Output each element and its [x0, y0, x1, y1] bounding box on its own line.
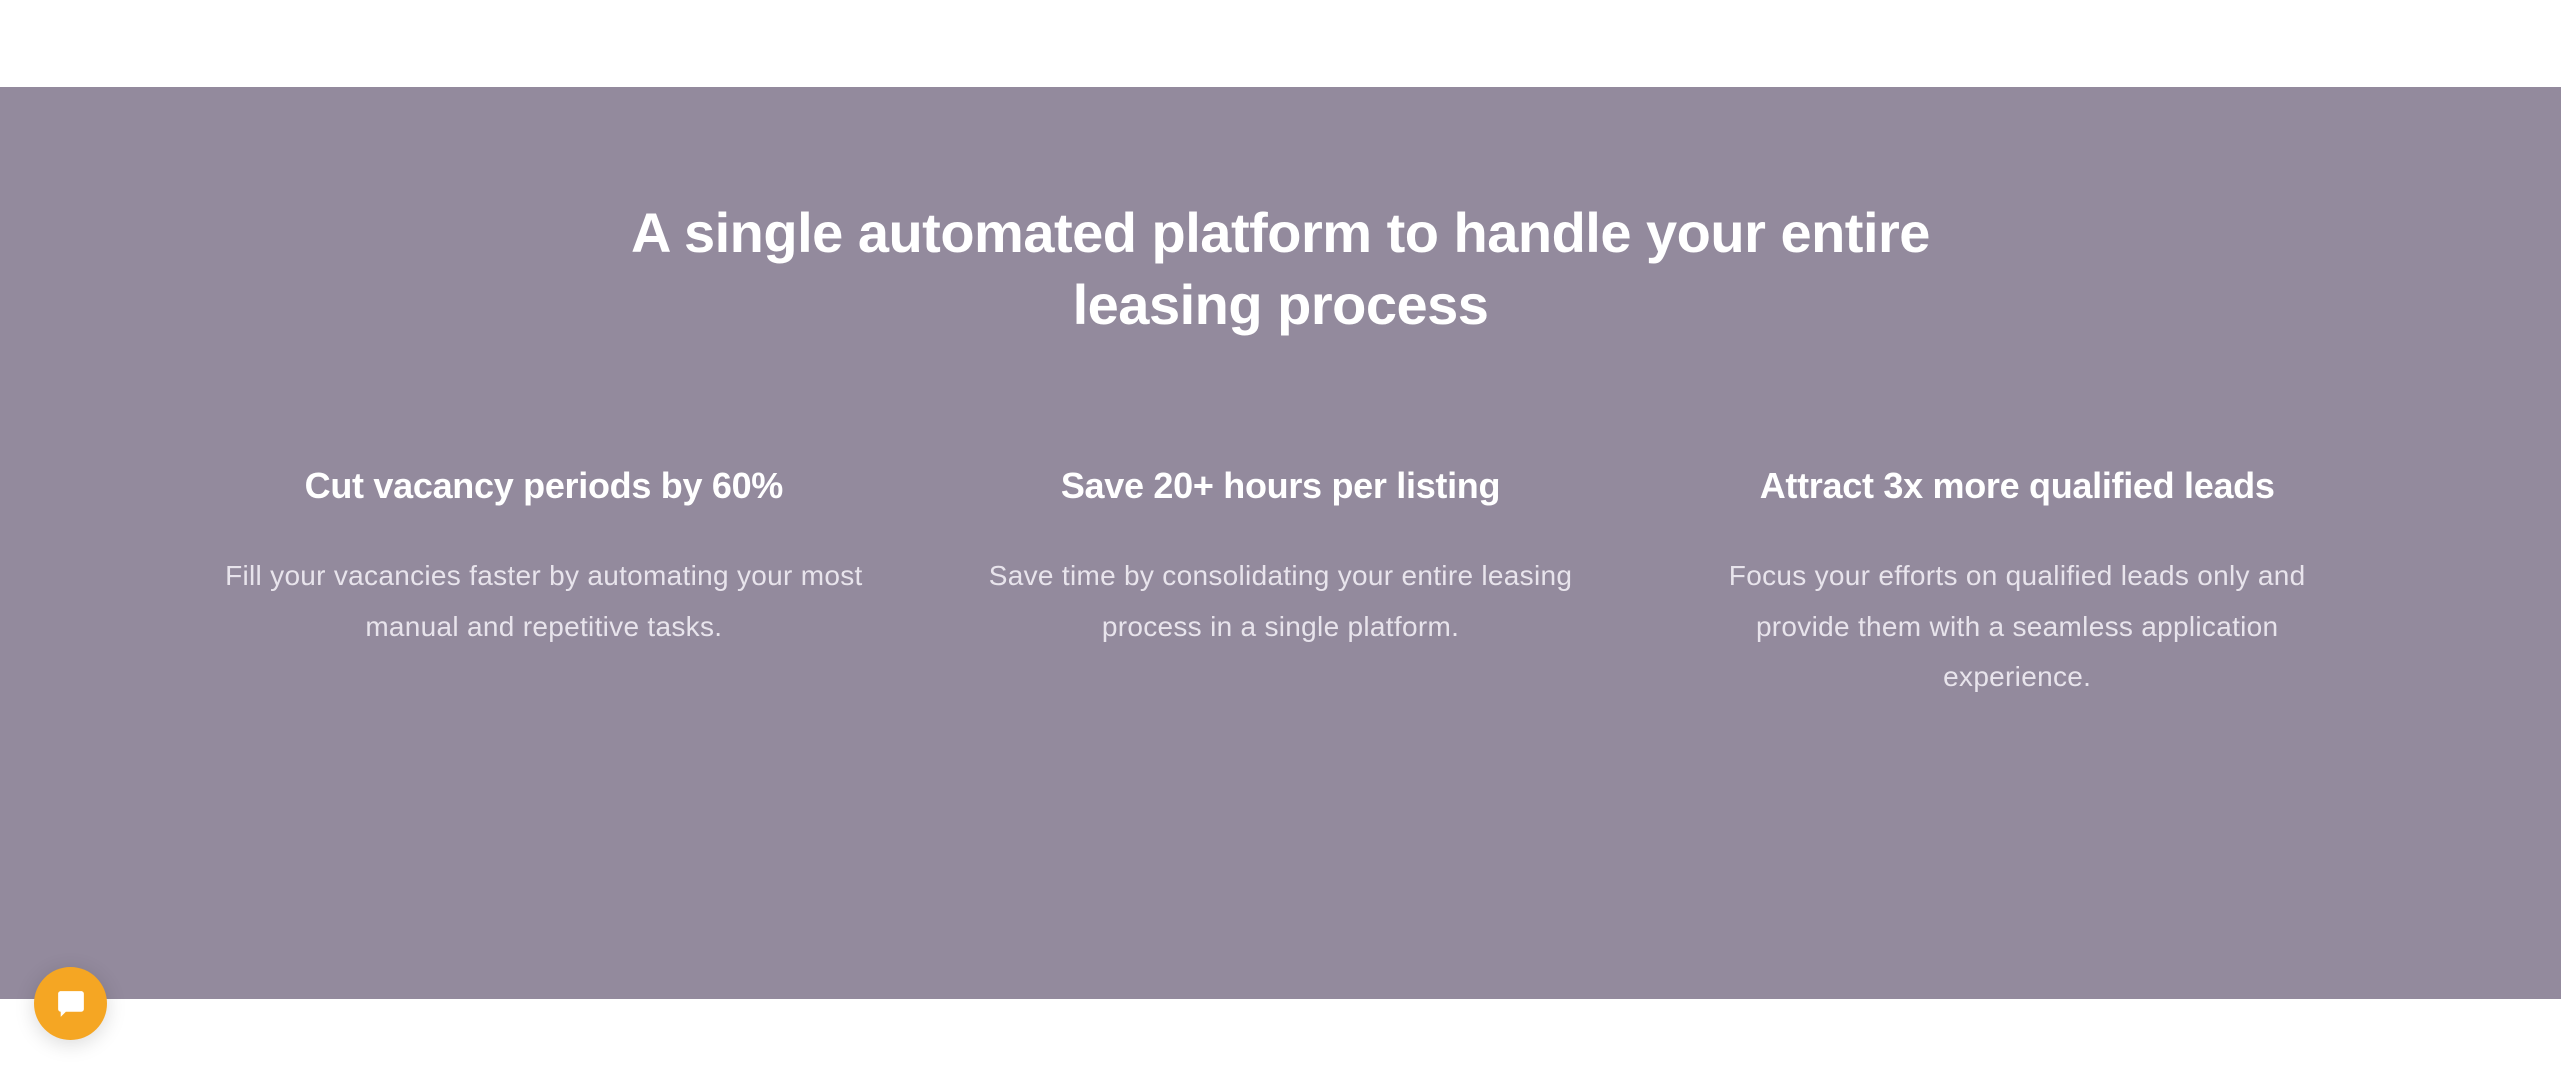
feature-block: Cut vacancy periods by 60% Fill your vac… [176, 465, 913, 702]
feature-block: Save 20+ hours per listing Save time by … [912, 465, 1649, 702]
top-whitespace [0, 0, 2561, 87]
main-heading: A single automated platform to handle yo… [571, 197, 1991, 340]
feature-description: Fill your vacancies faster by automating… [216, 551, 873, 652]
feature-title: Save 20+ hours per listing [952, 465, 1609, 507]
bottom-whitespace [0, 999, 2561, 1086]
feature-description: Focus your efforts on qualified leads on… [1689, 551, 2346, 702]
feature-block: Attract 3x more qualified leads Focus yo… [1649, 465, 2386, 702]
features-row: Cut vacancy periods by 60% Fill your vac… [96, 465, 2466, 702]
feature-title: Attract 3x more qualified leads [1689, 465, 2346, 507]
chat-button[interactable] [34, 967, 107, 1040]
feature-title: Cut vacancy periods by 60% [216, 465, 873, 507]
feature-description: Save time by consolidating your entire l… [952, 551, 1609, 652]
content-section: A single automated platform to handle yo… [0, 87, 2561, 999]
chat-icon [53, 986, 89, 1022]
